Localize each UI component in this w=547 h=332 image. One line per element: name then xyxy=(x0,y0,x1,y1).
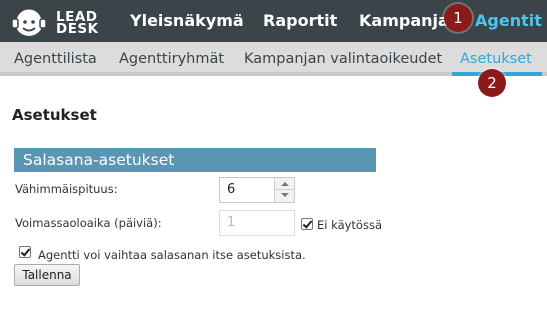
agent-change-password-label: Agentti voi vaihtaa salasanan itse asetu… xyxy=(38,248,306,262)
tab-kampanjan-valintaoikeudet[interactable]: Kampanjan valintaoikeudet xyxy=(244,50,442,68)
caret-down-icon xyxy=(281,193,289,197)
leaddesk-logo[interactable]: LEAD DESK xyxy=(10,5,120,37)
tab-agenttiryhmat[interactable]: Agenttiryhmät xyxy=(119,50,224,68)
agent-change-password-checkbox[interactable] xyxy=(19,246,31,258)
page-title: Asetukset xyxy=(12,106,97,124)
step-badge-2: 2 xyxy=(478,69,506,97)
nav-agentit[interactable]: Agentit xyxy=(475,11,542,31)
validity-label: Voimassaoloaika (päiviä): xyxy=(15,216,162,230)
step-badge-1: 1 xyxy=(444,4,472,32)
min-length-value: 6 xyxy=(227,182,236,197)
min-length-label: Vähimmäispituus: xyxy=(15,182,118,196)
tab-asetukset[interactable]: Asetukset xyxy=(460,50,532,68)
validity-value: 1 xyxy=(227,215,236,230)
tab-agenttilista[interactable]: Agenttilista xyxy=(14,50,97,68)
nav-kampanjat[interactable]: Kampanjat xyxy=(359,11,456,31)
caret-up-icon xyxy=(281,182,289,186)
min-length-stepper[interactable]: 6 xyxy=(219,177,295,203)
save-button[interactable]: Tallenna xyxy=(14,264,80,286)
logo-line-2: DESK xyxy=(56,21,99,37)
headset-face-icon xyxy=(11,6,47,36)
sub-navigation-bar: Agenttilista Agenttiryhmät Kampanjan val… xyxy=(0,42,547,76)
stepper-up-button[interactable] xyxy=(275,178,294,190)
stepper-down-button[interactable] xyxy=(275,190,294,202)
nav-yleisnakyma[interactable]: Yleisnäkymä xyxy=(130,11,244,31)
stepper-buttons xyxy=(274,178,294,202)
nav-raportit[interactable]: Raportit xyxy=(263,11,337,31)
section-header: Salasana-asetukset xyxy=(14,148,376,172)
logo-text: LEAD DESK xyxy=(56,10,99,37)
ei-kaytossa-checkbox[interactable] xyxy=(301,218,313,230)
validity-stepper[interactable]: 1 xyxy=(219,210,295,236)
ei-kaytossa-label: Ei käytössä xyxy=(317,218,383,232)
